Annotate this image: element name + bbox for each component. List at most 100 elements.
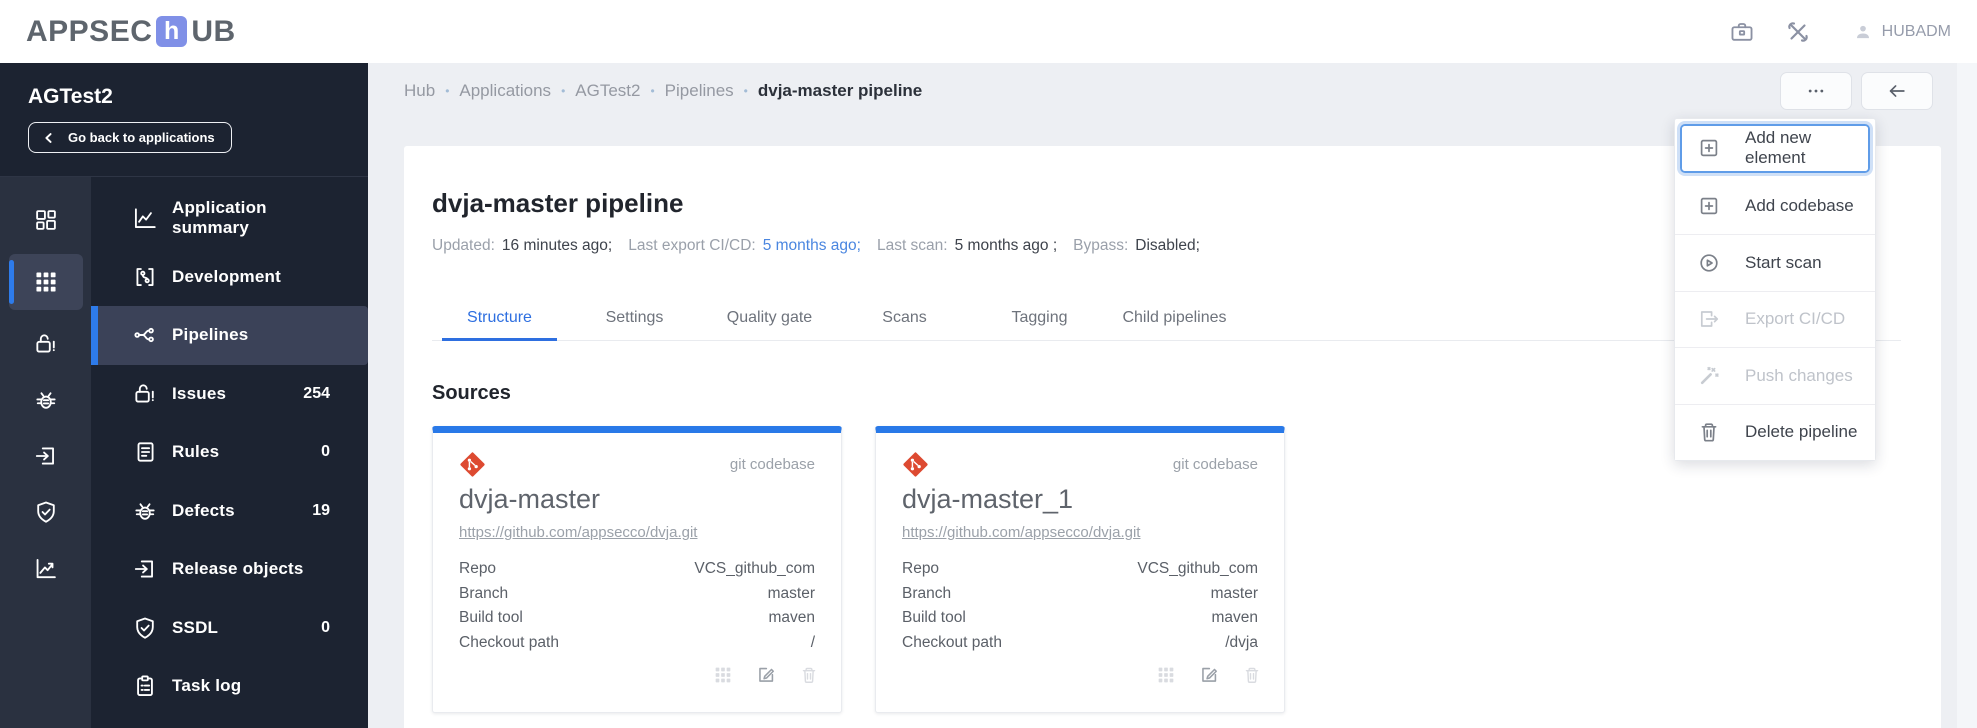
bug-icon <box>132 498 158 524</box>
card-actions <box>1156 664 1262 686</box>
field-build-tool: Build tool maven <box>459 609 815 626</box>
field-repo: Repo VCS_github_com <box>902 560 1258 577</box>
grid-icon <box>713 665 733 685</box>
top-header: APPSEC h UB HUBADM <box>0 0 1977 63</box>
go-back-to-applications-button[interactable]: Go back to applications <box>28 122 232 153</box>
edit-icon[interactable] <box>755 664 777 686</box>
sidebar-menu: Application summary Development Pipeline… <box>91 177 368 728</box>
app-logo: APPSEC h UB <box>26 15 236 49</box>
rail-bug-icon[interactable] <box>9 372 83 428</box>
sidebar-app-header: AGTest2 Go back to applications <box>0 63 368 177</box>
sidebar-body: Application summary Development Pipeline… <box>0 177 368 728</box>
field-branch: Branch master <box>459 584 815 602</box>
codebase-type-label: git codebase <box>729 455 815 473</box>
sidebar-item-task-log[interactable]: Task log <box>91 657 368 716</box>
menu-item-export-cicd: Export CI/CD <box>1675 290 1875 347</box>
rail-grid-icon[interactable] <box>8 254 83 310</box>
back-button[interactable] <box>1861 72 1933 110</box>
username: HUBADM <box>1881 22 1951 40</box>
icon-rail <box>0 177 91 728</box>
breadcrumb: Hub • Applications • AGTest2 • Pipelines… <box>404 81 922 101</box>
breadcrumb-hub[interactable]: Hub <box>404 81 435 101</box>
tab-quality-gate[interactable]: Quality gate <box>702 308 837 340</box>
tab-scans[interactable]: Scans <box>837 308 972 340</box>
scrollbar-track[interactable] <box>1957 63 1977 728</box>
tools-icon[interactable] <box>1785 19 1811 45</box>
magic-wand-icon <box>1697 364 1721 388</box>
lock-alert-icon <box>132 381 158 407</box>
focused-menu-item-wrapper: Add new element <box>1680 124 1870 173</box>
arrow-left-icon <box>1886 80 1908 102</box>
tab-tagging[interactable]: Tagging <box>972 308 1107 340</box>
breadcrumb-separator: • <box>650 84 655 98</box>
field-checkout-path: Checkout path / <box>459 633 815 651</box>
tab-settings[interactable]: Settings <box>567 308 702 340</box>
breadcrumb-bar: Hub • Applications • AGTest2 • Pipelines… <box>368 63 1977 119</box>
git-icon <box>459 451 486 478</box>
pipeline-branch-icon <box>132 322 158 348</box>
rules-icon <box>132 439 158 465</box>
rail-chart-decline-icon[interactable] <box>9 540 83 596</box>
shield-check-icon <box>132 615 158 641</box>
trash-icon <box>1697 420 1721 444</box>
page-actions <box>1780 72 1933 110</box>
sidebar-item-release-objects[interactable]: Release objects <box>91 540 368 599</box>
edit-icon[interactable] <box>1198 664 1220 686</box>
codebase-fields: Repo VCS_github_com Branch master Build … <box>459 557 815 655</box>
development-icon <box>132 264 158 290</box>
tab-structure[interactable]: Structure <box>432 308 567 341</box>
rail-release-icon[interactable] <box>9 428 83 484</box>
plus-square-icon <box>1697 136 1721 160</box>
trash-icon <box>1242 665 1262 685</box>
ssdl-count-badge: 0 <box>321 618 330 636</box>
sidebar-item-rules[interactable]: Rules 0 <box>91 423 368 482</box>
meta-bypass: Bypass: Disabled; <box>1073 237 1200 254</box>
sidebar: AGTest2 Go back to applications Applicat… <box>0 63 368 728</box>
codebase-title: dvja-master_1 <box>902 484 1074 514</box>
more-actions-button[interactable] <box>1780 72 1852 110</box>
card-actions <box>713 664 819 686</box>
codebase-card-dvja-master: git codebase dvja-master https://github.… <box>432 426 842 713</box>
sidebar-item-development[interactable]: Development <box>91 248 368 307</box>
rail-dashboard-icon[interactable] <box>9 192 83 248</box>
line-chart-icon <box>132 205 158 231</box>
breadcrumb-separator: • <box>445 84 450 98</box>
menu-item-delete-pipeline[interactable]: Delete pipeline <box>1675 403 1875 460</box>
meta-last-export: Last export CI/CD: 5 months ago; <box>628 236 861 256</box>
field-checkout-path: Checkout path /dvja <box>902 633 1258 651</box>
logo-text-pre: APPSEC <box>26 14 153 48</box>
release-icon <box>132 556 158 582</box>
breadcrumb-separator: • <box>561 84 566 98</box>
sources-cards: git codebase dvja-master https://github.… <box>432 426 1901 713</box>
sidebar-item-defects[interactable]: Defects 19 <box>91 482 368 541</box>
sidebar-item-application-summary[interactable]: Application summary <box>91 189 368 248</box>
last-export-link[interactable]: 5 months ago; <box>763 236 861 256</box>
sidebar-item-issues[interactable]: Issues 254 <box>91 365 368 424</box>
menu-item-add-new-element[interactable]: Add new element <box>1682 126 1868 171</box>
user-menu[interactable]: HUBADM <box>1853 22 1951 42</box>
codebase-url-link[interactable]: https://github.com/appsecco/dvja.git <box>459 523 697 543</box>
plus-square-icon <box>1697 194 1721 218</box>
rail-shield-check-icon[interactable] <box>9 484 83 540</box>
codebase-url-link[interactable]: https://github.com/appsecco/dvja.git <box>902 523 1140 543</box>
rail-lock-alert-icon[interactable] <box>9 316 83 372</box>
sidebar-item-pipelines[interactable]: Pipelines <box>91 306 368 365</box>
briefcase-icon[interactable] <box>1729 19 1755 45</box>
tab-child-pipelines[interactable]: Child pipelines <box>1107 308 1242 340</box>
meta-last-scan: Last scan: 5 months ago ; <box>876 237 1058 254</box>
meta-updated: Updated: 16 minutes ago; <box>432 237 613 254</box>
codebase-card-dvja-master-1: git codebase dvja-master_1 https://githu… <box>875 426 1285 713</box>
application-name: AGTest2 <box>28 85 113 108</box>
menu-item-push-changes: Push changes <box>1675 347 1875 404</box>
chevron-left-icon <box>42 131 56 145</box>
codebase-type-label: git codebase <box>1172 455 1258 473</box>
header-actions: HUBADM <box>1729 19 1951 45</box>
menu-item-add-codebase[interactable]: Add codebase <box>1675 177 1875 234</box>
field-repo: Repo VCS_github_com <box>459 560 815 577</box>
breadcrumb-agtest2[interactable]: AGTest2 <box>575 81 640 101</box>
breadcrumb-applications[interactable]: Applications <box>459 81 551 101</box>
logo-text-post: UB <box>191 14 236 48</box>
sidebar-item-ssdl[interactable]: SSDL 0 <box>91 599 368 658</box>
breadcrumb-pipelines[interactable]: Pipelines <box>665 81 734 101</box>
menu-item-start-scan[interactable]: Start scan <box>1675 234 1875 291</box>
